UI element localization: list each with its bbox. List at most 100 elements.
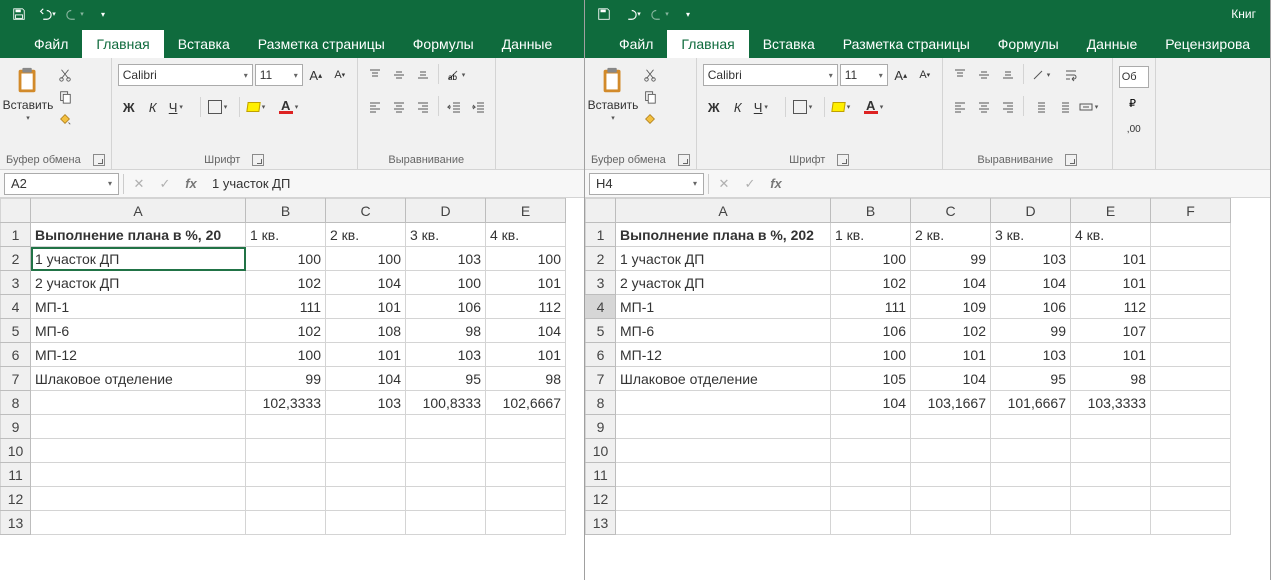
cell[interactable]: 3 кв. bbox=[991, 223, 1071, 247]
cell[interactable] bbox=[831, 463, 911, 487]
qat-customize-icon[interactable]: ▾ bbox=[90, 3, 116, 25]
cell[interactable]: 101 bbox=[1071, 271, 1151, 295]
font-size-combo[interactable]: 11▾ bbox=[255, 64, 303, 86]
row-header[interactable]: 9 bbox=[1, 415, 31, 439]
cell[interactable] bbox=[1071, 487, 1151, 511]
tab-page-layout[interactable]: Разметка страницы bbox=[244, 30, 399, 58]
cell[interactable]: 98 bbox=[1071, 367, 1151, 391]
cell[interactable]: 99 bbox=[991, 319, 1071, 343]
cell[interactable] bbox=[616, 511, 831, 535]
cell[interactable]: 102 bbox=[911, 319, 991, 343]
italic-button[interactable]: К bbox=[142, 96, 164, 118]
cell[interactable]: 1 кв. bbox=[831, 223, 911, 247]
fill-color-button[interactable]: ▾ bbox=[244, 96, 274, 118]
cut-icon[interactable] bbox=[639, 66, 661, 84]
italic-button[interactable]: К bbox=[727, 96, 749, 118]
cell[interactable]: МП-6 bbox=[616, 319, 831, 343]
cell[interactable]: Шлаковое отделение bbox=[31, 367, 246, 391]
decrease-font-icon[interactable]: A▾ bbox=[329, 64, 351, 86]
row-header[interactable]: 2 bbox=[1, 247, 31, 271]
align-center-icon[interactable] bbox=[388, 96, 410, 118]
cell[interactable]: МП-6 bbox=[31, 319, 246, 343]
number-format-combo[interactable]: Об bbox=[1119, 66, 1149, 88]
decrease-indent-icon[interactable] bbox=[1028, 96, 1050, 118]
col-header[interactable]: E bbox=[1071, 199, 1151, 223]
cell[interactable] bbox=[486, 415, 566, 439]
cell[interactable] bbox=[1151, 415, 1231, 439]
row-header[interactable]: 13 bbox=[586, 511, 616, 535]
cell[interactable] bbox=[1151, 391, 1231, 415]
name-box[interactable]: A2▾ bbox=[4, 173, 119, 195]
cell[interactable] bbox=[616, 415, 831, 439]
cell[interactable] bbox=[911, 511, 991, 535]
tab-page-layout[interactable]: Разметка страницы bbox=[829, 30, 984, 58]
cell[interactable] bbox=[616, 439, 831, 463]
cell[interactable]: 107 bbox=[1071, 319, 1151, 343]
cell[interactable] bbox=[326, 415, 406, 439]
cell[interactable]: 100 bbox=[831, 343, 911, 367]
row-header[interactable]: 4 bbox=[586, 295, 616, 319]
row-header[interactable]: 13 bbox=[1, 511, 31, 535]
formula-input[interactable]: 1 участок ДП bbox=[206, 173, 580, 195]
cell[interactable]: 101,6667 bbox=[991, 391, 1071, 415]
row-header[interactable]: 6 bbox=[1, 343, 31, 367]
cell[interactable]: 102,3333 bbox=[246, 391, 326, 415]
border-button[interactable]: ▾ bbox=[790, 96, 820, 118]
align-top-icon[interactable] bbox=[364, 64, 386, 86]
align-right-icon[interactable] bbox=[412, 96, 434, 118]
merge-center-icon[interactable]: ▾ bbox=[1076, 96, 1106, 118]
cell[interactable]: 103 bbox=[991, 343, 1071, 367]
cell[interactable]: 100 bbox=[406, 271, 486, 295]
cell[interactable] bbox=[831, 439, 911, 463]
cell[interactable] bbox=[31, 391, 246, 415]
tab-file[interactable]: Файл bbox=[605, 30, 667, 58]
col-header[interactable]: D bbox=[991, 199, 1071, 223]
cell[interactable] bbox=[1071, 511, 1151, 535]
cell[interactable]: 101 bbox=[326, 295, 406, 319]
cell[interactable]: 101 bbox=[1071, 247, 1151, 271]
cell[interactable] bbox=[991, 439, 1071, 463]
cell[interactable] bbox=[1151, 223, 1231, 247]
col-header[interactable]: A bbox=[31, 199, 246, 223]
cell[interactable]: 103 bbox=[406, 247, 486, 271]
font-name-combo[interactable]: Calibri▾ bbox=[703, 64, 838, 86]
cell[interactable] bbox=[246, 511, 326, 535]
cell[interactable] bbox=[246, 463, 326, 487]
cell[interactable]: 4 кв. bbox=[486, 223, 566, 247]
save-icon[interactable] bbox=[6, 3, 32, 25]
align-center-icon[interactable] bbox=[973, 96, 995, 118]
cell[interactable]: 103 bbox=[406, 343, 486, 367]
cell[interactable]: 104 bbox=[326, 271, 406, 295]
tab-formulas[interactable]: Формулы bbox=[399, 30, 488, 58]
cell[interactable] bbox=[911, 415, 991, 439]
cell[interactable] bbox=[1151, 439, 1231, 463]
cell[interactable]: 102,6667 bbox=[486, 391, 566, 415]
cell[interactable] bbox=[991, 415, 1071, 439]
cell[interactable] bbox=[486, 511, 566, 535]
row-header[interactable]: 7 bbox=[586, 367, 616, 391]
name-box[interactable]: H4▾ bbox=[589, 173, 704, 195]
increase-indent-icon[interactable] bbox=[1052, 96, 1074, 118]
cell[interactable] bbox=[991, 463, 1071, 487]
cell[interactable] bbox=[1151, 295, 1231, 319]
cell[interactable]: 104 bbox=[911, 271, 991, 295]
row-header[interactable]: 2 bbox=[586, 247, 616, 271]
cell[interactable] bbox=[486, 463, 566, 487]
decimal-icon[interactable]: ,00 bbox=[1123, 118, 1145, 140]
cell[interactable]: 98 bbox=[406, 319, 486, 343]
cell[interactable] bbox=[406, 439, 486, 463]
formula-input[interactable] bbox=[791, 173, 1266, 195]
cell[interactable] bbox=[246, 415, 326, 439]
cell[interactable] bbox=[1151, 343, 1231, 367]
cell[interactable]: 104 bbox=[991, 271, 1071, 295]
cell[interactable] bbox=[1071, 415, 1151, 439]
cell[interactable]: МП-1 bbox=[616, 295, 831, 319]
row-header[interactable]: 12 bbox=[1, 487, 31, 511]
paste-button[interactable]: Вставить ▾ bbox=[6, 64, 50, 124]
tab-home[interactable]: Главная bbox=[667, 30, 748, 58]
bold-button[interactable]: Ж bbox=[703, 96, 725, 118]
cell[interactable]: 3 кв. bbox=[406, 223, 486, 247]
cell[interactable]: 101 bbox=[911, 343, 991, 367]
tab-home[interactable]: Главная bbox=[82, 30, 163, 58]
row-header[interactable]: 8 bbox=[586, 391, 616, 415]
